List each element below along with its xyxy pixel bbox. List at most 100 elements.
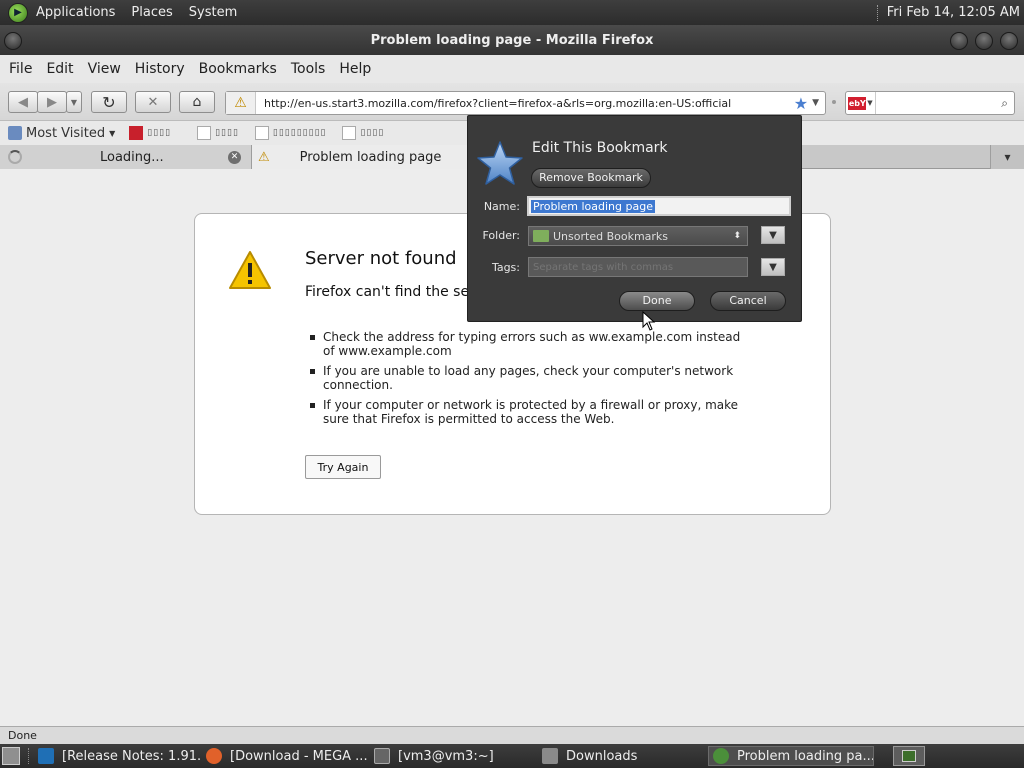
folder-value: Unsorted Bookmarks: [553, 229, 669, 243]
remove-bookmark-button[interactable]: Remove Bookmark: [531, 168, 651, 188]
close-window-button[interactable]: [1000, 32, 1018, 50]
bookmark-item[interactable]: ▯▯▯▯: [342, 126, 384, 140]
cancel-button[interactable]: Cancel: [710, 291, 786, 311]
panel-separator: [28, 748, 30, 764]
toolbar-splitter[interactable]: [832, 100, 836, 104]
taskbar-label: Downloads: [566, 748, 638, 764]
page-icon: [197, 126, 212, 140]
taskbar-item-release-notes[interactable]: [Release Notes: 1.91...: [38, 746, 200, 766]
bookmark-star-icon[interactable]: ★: [794, 94, 808, 113]
tags-field[interactable]: [528, 257, 748, 277]
menu-file[interactable]: File: [4, 61, 37, 77]
maximize-button[interactable]: [975, 32, 993, 50]
expand-folders-button[interactable]: ▼: [761, 226, 785, 244]
window-title: Problem loading page - Mozilla Firefox: [370, 32, 654, 48]
page-icon: [342, 126, 357, 140]
window-menu-button[interactable]: [4, 32, 22, 50]
list-all-tabs-button[interactable]: ▾: [990, 145, 1024, 169]
menu-bookmarks[interactable]: Bookmarks: [194, 61, 282, 77]
folder-icon: [533, 230, 549, 242]
glyph-placeholder: ▯▯▯▯: [360, 128, 385, 138]
glyph-placeholder: ▯▯▯▯▯▯▯▯▯: [272, 128, 327, 138]
taskbar-item-firefox-active[interactable]: Problem loading pa...: [708, 746, 874, 766]
chevron-down-icon: ▼: [769, 229, 777, 241]
status-bar: Done: [0, 726, 1024, 744]
show-desktop-icon[interactable]: [2, 747, 20, 765]
search-bar[interactable]: ebY ▼ ⌕: [845, 91, 1015, 115]
name-label: Name:: [483, 200, 520, 213]
error-suggestions: Check the address for typing errors such…: [310, 330, 753, 432]
url-history-dropdown-icon[interactable]: ▼: [812, 98, 819, 108]
folder-select[interactable]: Unsorted Bookmarks ⬍: [528, 226, 748, 246]
done-button[interactable]: Done: [619, 291, 695, 311]
ebay-icon: [129, 126, 144, 140]
stop-button[interactable]: ✕: [135, 91, 171, 113]
tab-problem-loading[interactable]: ⚠ Problem loading page: [252, 145, 467, 169]
forward-icon: ▶: [47, 94, 57, 110]
taskbar-label: Problem loading pa...: [737, 748, 874, 764]
taskbar-item-downloads[interactable]: Downloads: [542, 746, 704, 766]
url-input[interactable]: [264, 96, 794, 110]
forward-button[interactable]: ▶: [37, 91, 67, 113]
folder-icon: [542, 748, 558, 764]
tags-input[interactable]: [533, 261, 747, 273]
panel-clock[interactable]: Fri Feb 14, 12:05 AM: [887, 5, 1020, 20]
warning-icon: [229, 251, 271, 289]
home-icon: ⌂: [192, 94, 202, 110]
status-text: Done: [8, 729, 37, 742]
applications-menu-icon[interactable]: ▶: [8, 2, 28, 23]
bookmark-name-field[interactable]: Problem loading page: [527, 196, 791, 216]
search-icon[interactable]: ⌕: [1001, 96, 1008, 111]
warning-icon: ⚠: [258, 149, 270, 165]
site-warning-icon[interactable]: ⚠: [226, 92, 256, 114]
try-again-button[interactable]: Try Again: [305, 455, 381, 479]
minimize-button[interactable]: [950, 32, 968, 50]
menu-help[interactable]: Help: [334, 61, 376, 77]
bookmark-ebay[interactable]: ▯▯▯▯: [129, 126, 171, 140]
url-bar[interactable]: ⚠ ★ ▼: [225, 91, 826, 115]
back-icon: ◀: [18, 94, 28, 110]
tab-loading[interactable]: Loading... ✕: [0, 145, 252, 169]
glyph-placeholder: ▯▯▯▯: [147, 128, 172, 138]
stop-icon: ✕: [147, 94, 159, 110]
system-menu[interactable]: System: [181, 5, 245, 20]
panel-separator: [876, 4, 879, 21]
list-item: If you are unable to load any pages, che…: [310, 364, 753, 392]
home-button[interactable]: ⌂: [179, 91, 215, 113]
taskbar-label: [Release Notes: 1.91...: [62, 748, 200, 764]
loading-spinner-icon: [8, 150, 22, 164]
most-visited-folder[interactable]: Most Visited ▼: [8, 126, 115, 141]
chevron-down-icon: ▼: [867, 99, 873, 107]
applications-menu[interactable]: Applications: [28, 5, 123, 20]
bookmark-item[interactable]: ▯▯▯▯▯▯▯▯▯: [254, 126, 327, 140]
menu-history[interactable]: History: [130, 61, 190, 77]
workspace-switcher[interactable]: [893, 746, 925, 766]
menu-edit[interactable]: Edit: [41, 61, 78, 77]
folder-label: Folder:: [482, 229, 520, 242]
firefox-icon: [206, 748, 222, 764]
bookmark-star-icon: [477, 141, 523, 185]
menubar: File Edit View History Bookmarks Tools H…: [0, 55, 1024, 83]
expand-tags-button[interactable]: ▼: [761, 258, 785, 276]
window-title-bar[interactable]: Problem loading page - Mozilla Firefox: [0, 25, 1024, 55]
mouse-pointer-icon: [642, 311, 656, 331]
terminal-icon: [374, 748, 390, 764]
tags-label: Tags:: [491, 261, 520, 274]
panel-title: Edit This Bookmark: [532, 140, 668, 156]
back-button[interactable]: ◀: [8, 91, 38, 113]
menu-view[interactable]: View: [83, 61, 126, 77]
taskbar-item-terminal[interactable]: [vm3@vm3:~]: [374, 746, 536, 766]
bookmark-item[interactable]: ▯▯▯▯: [197, 126, 239, 140]
page-icon: [254, 126, 269, 140]
close-tab-icon[interactable]: ✕: [228, 150, 241, 164]
search-engine-selector[interactable]: ebY ▼: [846, 92, 876, 114]
list-item: If your computer or network is protected…: [310, 398, 753, 426]
search-input[interactable]: [884, 98, 1002, 108]
places-menu[interactable]: Places: [123, 5, 180, 20]
chevron-down-icon: ▼: [109, 128, 116, 138]
taskbar-item-mega[interactable]: [Download - MEGA ...: [206, 746, 368, 766]
chevron-down-icon: ▼: [70, 97, 78, 107]
reload-button[interactable]: ↻: [91, 91, 127, 113]
history-dropdown-button[interactable]: ▼: [66, 91, 82, 113]
menu-tools[interactable]: Tools: [286, 61, 331, 77]
